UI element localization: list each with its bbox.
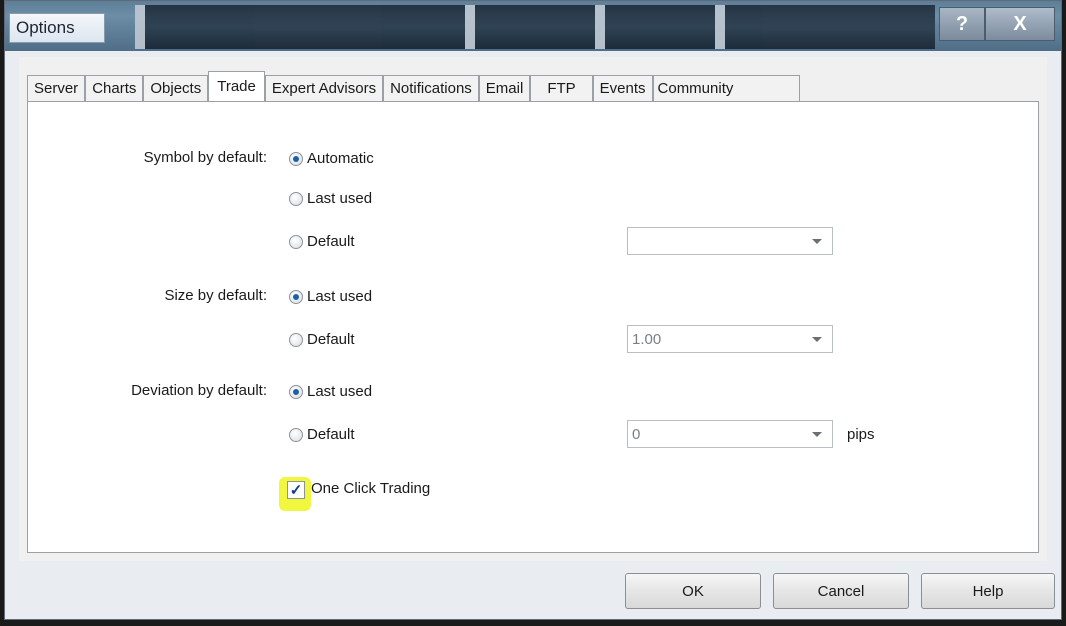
- tab-notifications[interactable]: Notifications: [383, 75, 479, 101]
- symbol-last-used-option[interactable]: Last used: [289, 190, 372, 207]
- tab-expert-advisors[interactable]: Expert Advisors: [264, 75, 384, 101]
- symbol-last-used-radio[interactable]: [289, 191, 303, 206]
- tab-ftp[interactable]: FTP: [530, 75, 593, 101]
- title-bar-background-graphic: [135, 5, 935, 49]
- deviation-default-dropdown-value: 0: [632, 425, 641, 443]
- size-last-used-option[interactable]: Last used: [289, 288, 372, 305]
- deviation-unit-label: pips: [847, 426, 875, 443]
- deviation-last-used-option[interactable]: Last used: [289, 383, 372, 400]
- deviation-by-default-label: Deviation by default:: [131, 382, 267, 399]
- chevron-down-icon[interactable]: [812, 432, 822, 437]
- deviation-default-dropdown[interactable]: 0: [627, 420, 833, 448]
- window-title: Options: [9, 13, 105, 43]
- symbol-by-default-label: Symbol by default:: [143, 149, 267, 166]
- symbol-default-label: Default: [307, 233, 355, 250]
- tab-charts[interactable]: Charts: [85, 75, 144, 101]
- tab-server[interactable]: Server: [27, 75, 86, 101]
- chevron-down-icon[interactable]: [812, 337, 822, 342]
- size-last-used-label: Last used: [307, 288, 373, 305]
- symbol-automatic-option[interactable]: Automatic: [289, 150, 374, 167]
- tab-email[interactable]: Email: [478, 75, 531, 101]
- size-last-used-radio[interactable]: [289, 289, 303, 304]
- size-default-dropdown[interactable]: 1.00: [627, 325, 833, 353]
- symbol-last-used-label: Last used: [307, 190, 373, 207]
- cancel-button[interactable]: Cancel: [773, 573, 909, 609]
- size-default-label: Default: [307, 331, 355, 348]
- one-click-trading-label[interactable]: One Click Trading: [311, 480, 430, 497]
- trade-settings-panel: [27, 101, 1039, 553]
- chevron-down-icon[interactable]: [812, 239, 822, 244]
- size-default-option[interactable]: Default: [289, 331, 355, 348]
- close-icon[interactable]: X: [985, 7, 1055, 41]
- symbol-automatic-radio[interactable]: [289, 151, 303, 166]
- help-button[interactable]: Help: [921, 573, 1055, 609]
- symbol-automatic-label: Automatic: [307, 150, 374, 167]
- size-default-dropdown-value: 1.00: [632, 330, 662, 348]
- tab-trade[interactable]: Trade: [208, 71, 265, 101]
- size-default-radio[interactable]: [289, 332, 303, 347]
- deviation-last-used-radio[interactable]: [289, 384, 303, 399]
- symbol-default-radio[interactable]: [289, 234, 303, 249]
- tab-events[interactable]: Events: [592, 75, 653, 101]
- options-dialog: Options ? X Server Charts Objects Trade …: [4, 0, 1062, 620]
- deviation-default-label: Default: [307, 426, 355, 443]
- deviation-last-used-label: Last used: [307, 383, 373, 400]
- deviation-default-option[interactable]: Default: [289, 426, 355, 443]
- title-bar[interactable]: Options ? X: [5, 1, 1061, 51]
- deviation-default-radio[interactable]: [289, 427, 303, 442]
- dialog-client-area: Server Charts Objects Trade Expert Advis…: [19, 57, 1047, 561]
- size-by-default-label: Size by default:: [164, 287, 267, 304]
- checkmark-icon: ✓: [289, 481, 303, 499]
- one-click-trading-checkbox[interactable]: ✓: [287, 481, 305, 499]
- help-icon[interactable]: ?: [939, 7, 985, 41]
- symbol-default-option[interactable]: Default: [289, 233, 355, 250]
- tab-objects[interactable]: Objects: [143, 75, 209, 101]
- symbol-default-dropdown[interactable]: [627, 227, 833, 255]
- ok-button[interactable]: OK: [625, 573, 761, 609]
- tab-strip: Server Charts Objects Trade Expert Advis…: [27, 71, 801, 101]
- tab-community[interactable]: Community: [652, 75, 801, 101]
